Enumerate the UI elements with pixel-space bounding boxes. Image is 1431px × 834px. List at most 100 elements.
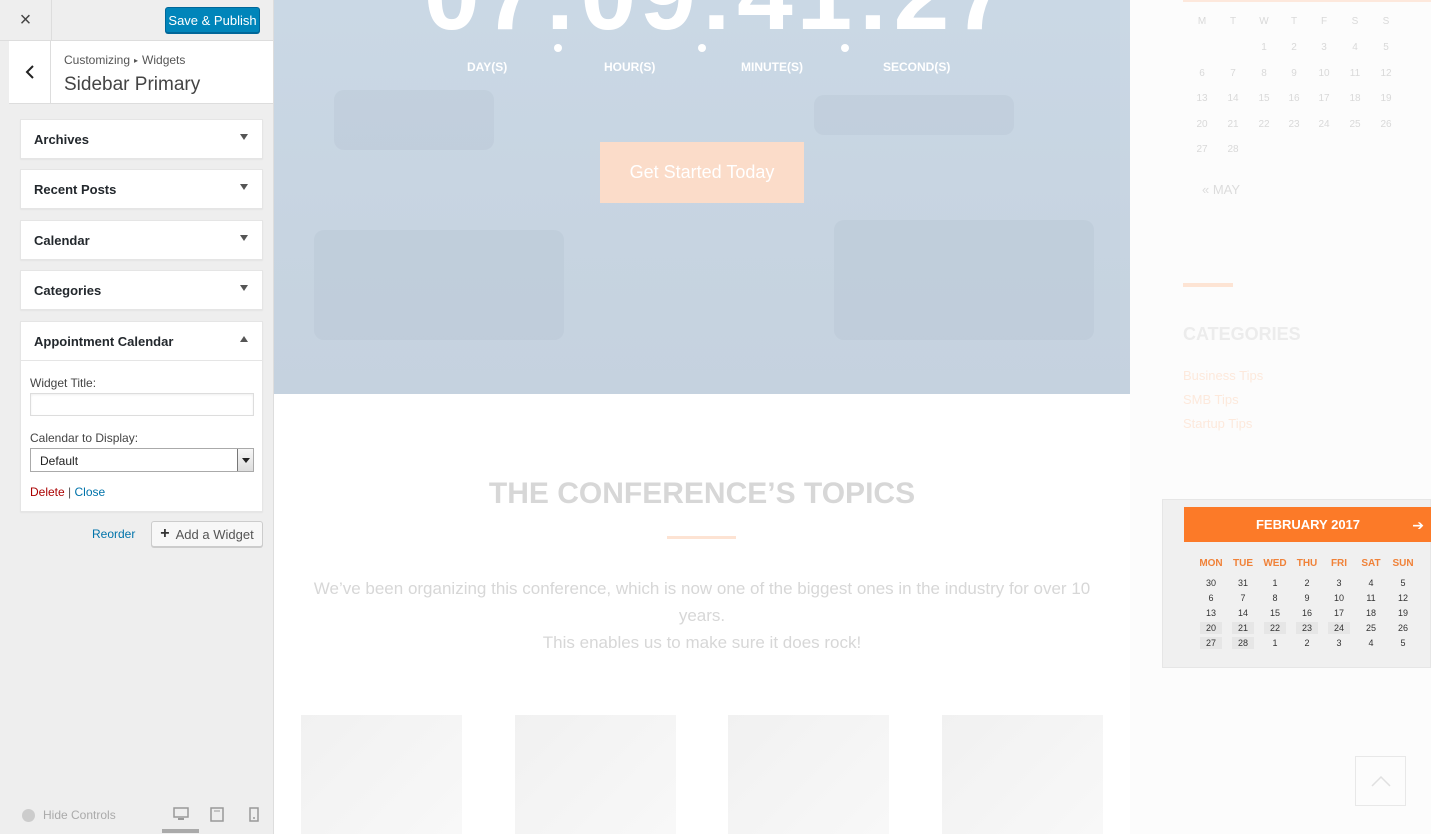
save-publish-button[interactable]: Save & Publish [165,7,260,33]
calendar-day[interactable]: 1 [1264,577,1286,589]
scroll-to-top-button[interactable] [1355,756,1406,806]
widget-title-input[interactable] [30,393,254,416]
calendar-day[interactable]: 31 [1232,577,1254,589]
reorder-link[interactable]: Reorder [92,527,135,541]
dropdown-arrow-icon[interactable] [237,449,253,471]
calendar-day[interactable]: 9 [1296,592,1318,604]
caret-down-icon[interactable] [240,184,248,190]
caret-up-icon[interactable] [240,336,248,342]
calendar-day[interactable]: 2 [1296,637,1318,649]
calendar-day[interactable]: 1 [1264,637,1286,649]
calendar-day[interactable]: 18 [1360,607,1382,619]
widget-header[interactable]: Recent Posts [21,170,262,208]
close-customizer-button[interactable]: × [0,0,52,40]
widget-recent-posts[interactable]: Recent Posts [20,169,263,209]
calendar-day[interactable]: 4 [1341,42,1369,53]
calendar-day[interactable]: 10 [1328,592,1350,604]
calendar-day[interactable]: 20 [1200,622,1222,634]
calendar-day[interactable]: 23 [1280,119,1308,130]
calendar-day[interactable]: 23 [1296,622,1318,634]
calendar-day[interactable]: 21 [1232,622,1254,634]
topic-image[interactable] [515,715,676,834]
calendar-day[interactable]: 20 [1188,119,1216,130]
calendar-day[interactable]: 6 [1188,68,1216,79]
calendar-day[interactable]: 6 [1200,592,1222,604]
category-link[interactable]: Business Tips [1183,368,1263,383]
widget-calendar[interactable]: Calendar [20,220,263,260]
calendar-day[interactable]: 8 [1264,592,1286,604]
widget-header[interactable]: Archives [21,120,262,158]
tablet-icon[interactable] [210,807,224,822]
calendar-day[interactable]: 18 [1341,93,1369,104]
calendar-day[interactable]: 3 [1310,42,1338,53]
widget-header[interactable]: Calendar [21,221,262,259]
topic-image[interactable] [301,715,462,834]
calendar-day[interactable]: 10 [1310,68,1338,79]
calendar-day[interactable]: 16 [1296,607,1318,619]
widget-categories[interactable]: Categories [20,270,263,310]
calendar-day[interactable]: 28 [1232,637,1254,649]
calendar-day[interactable]: 3 [1328,637,1350,649]
topic-image[interactable] [942,715,1103,834]
calendar-day[interactable]: 13 [1188,93,1216,104]
calendar-day[interactable]: 5 [1392,577,1414,589]
calendar-day[interactable]: 21 [1219,119,1247,130]
desktop-icon[interactable] [173,807,189,821]
calendar-day[interactable]: 22 [1250,119,1278,130]
calendar-day[interactable]: 11 [1360,592,1382,604]
widget-appointment-calendar[interactable]: Appointment Calendar Widget Title: Calen… [20,321,263,512]
category-link[interactable]: Startup Tips [1183,416,1252,431]
calendar-day[interactable]: 19 [1392,607,1414,619]
calendar-day[interactable]: 8 [1250,68,1278,79]
calendar-day[interactable]: 9 [1280,68,1308,79]
calendar-day[interactable]: 5 [1372,42,1400,53]
calendar-day[interactable]: 30 [1200,577,1222,589]
calendar-day[interactable]: 16 [1280,93,1308,104]
widget-header[interactable]: Appointment Calendar [21,322,262,360]
calendar-day[interactable]: 14 [1219,93,1247,104]
calendar-day[interactable]: 17 [1328,607,1350,619]
calendar-day[interactable]: 2 [1296,577,1318,589]
calendar-day[interactable]: 5 [1392,637,1414,649]
caret-down-icon[interactable] [240,285,248,291]
calendar-day[interactable]: 17 [1310,93,1338,104]
calendar-day[interactable]: 7 [1232,592,1254,604]
add-widget-button[interactable]: + Add a Widget [151,521,263,547]
topic-image[interactable] [728,715,889,834]
widget-archives[interactable]: Archives [20,119,263,159]
calendar-day[interactable]: 25 [1341,119,1369,130]
calendar-day[interactable]: 27 [1200,637,1222,649]
caret-down-icon[interactable] [240,134,248,140]
calendar-display-select[interactable]: Default [30,448,254,472]
calendar-day[interactable]: 3 [1328,577,1350,589]
calendar-day[interactable]: 12 [1392,592,1414,604]
calendar-day[interactable]: 27 [1188,144,1216,155]
close-link[interactable]: Close [75,485,106,499]
calendar-day[interactable]: 24 [1328,622,1350,634]
calendar-day[interactable]: 7 [1219,68,1247,79]
calendar-day[interactable]: 2 [1280,42,1308,53]
hide-controls-button[interactable]: Hide Controls [22,808,116,822]
calendar-day[interactable]: 4 [1360,637,1382,649]
calendar-day[interactable]: 25 [1360,622,1382,634]
get-started-button[interactable]: Get Started Today [600,142,804,203]
calendar-day[interactable]: 4 [1360,577,1382,589]
mobile-icon[interactable] [249,807,259,822]
calendar-day[interactable]: 24 [1310,119,1338,130]
calendar-day[interactable]: 13 [1200,607,1222,619]
back-button[interactable] [9,41,51,103]
calendar-day[interactable]: 19 [1372,93,1400,104]
calendar-day[interactable]: 28 [1219,144,1247,155]
calendar-day[interactable]: 14 [1232,607,1254,619]
calendar-day[interactable]: 26 [1372,119,1400,130]
calendar-day[interactable]: 15 [1264,607,1286,619]
prev-month-link[interactable]: « MAY [1202,182,1240,197]
delete-link[interactable]: Delete [30,485,65,499]
calendar-day[interactable]: 11 [1341,68,1369,79]
calendar-day[interactable]: 12 [1372,68,1400,79]
calendar-day[interactable]: 26 [1392,622,1414,634]
calendar-day[interactable]: 15 [1250,93,1278,104]
caret-down-icon[interactable] [240,235,248,241]
calendar-day[interactable]: 22 [1264,622,1286,634]
next-month-arrow-icon[interactable]: ➔ [1412,517,1424,534]
